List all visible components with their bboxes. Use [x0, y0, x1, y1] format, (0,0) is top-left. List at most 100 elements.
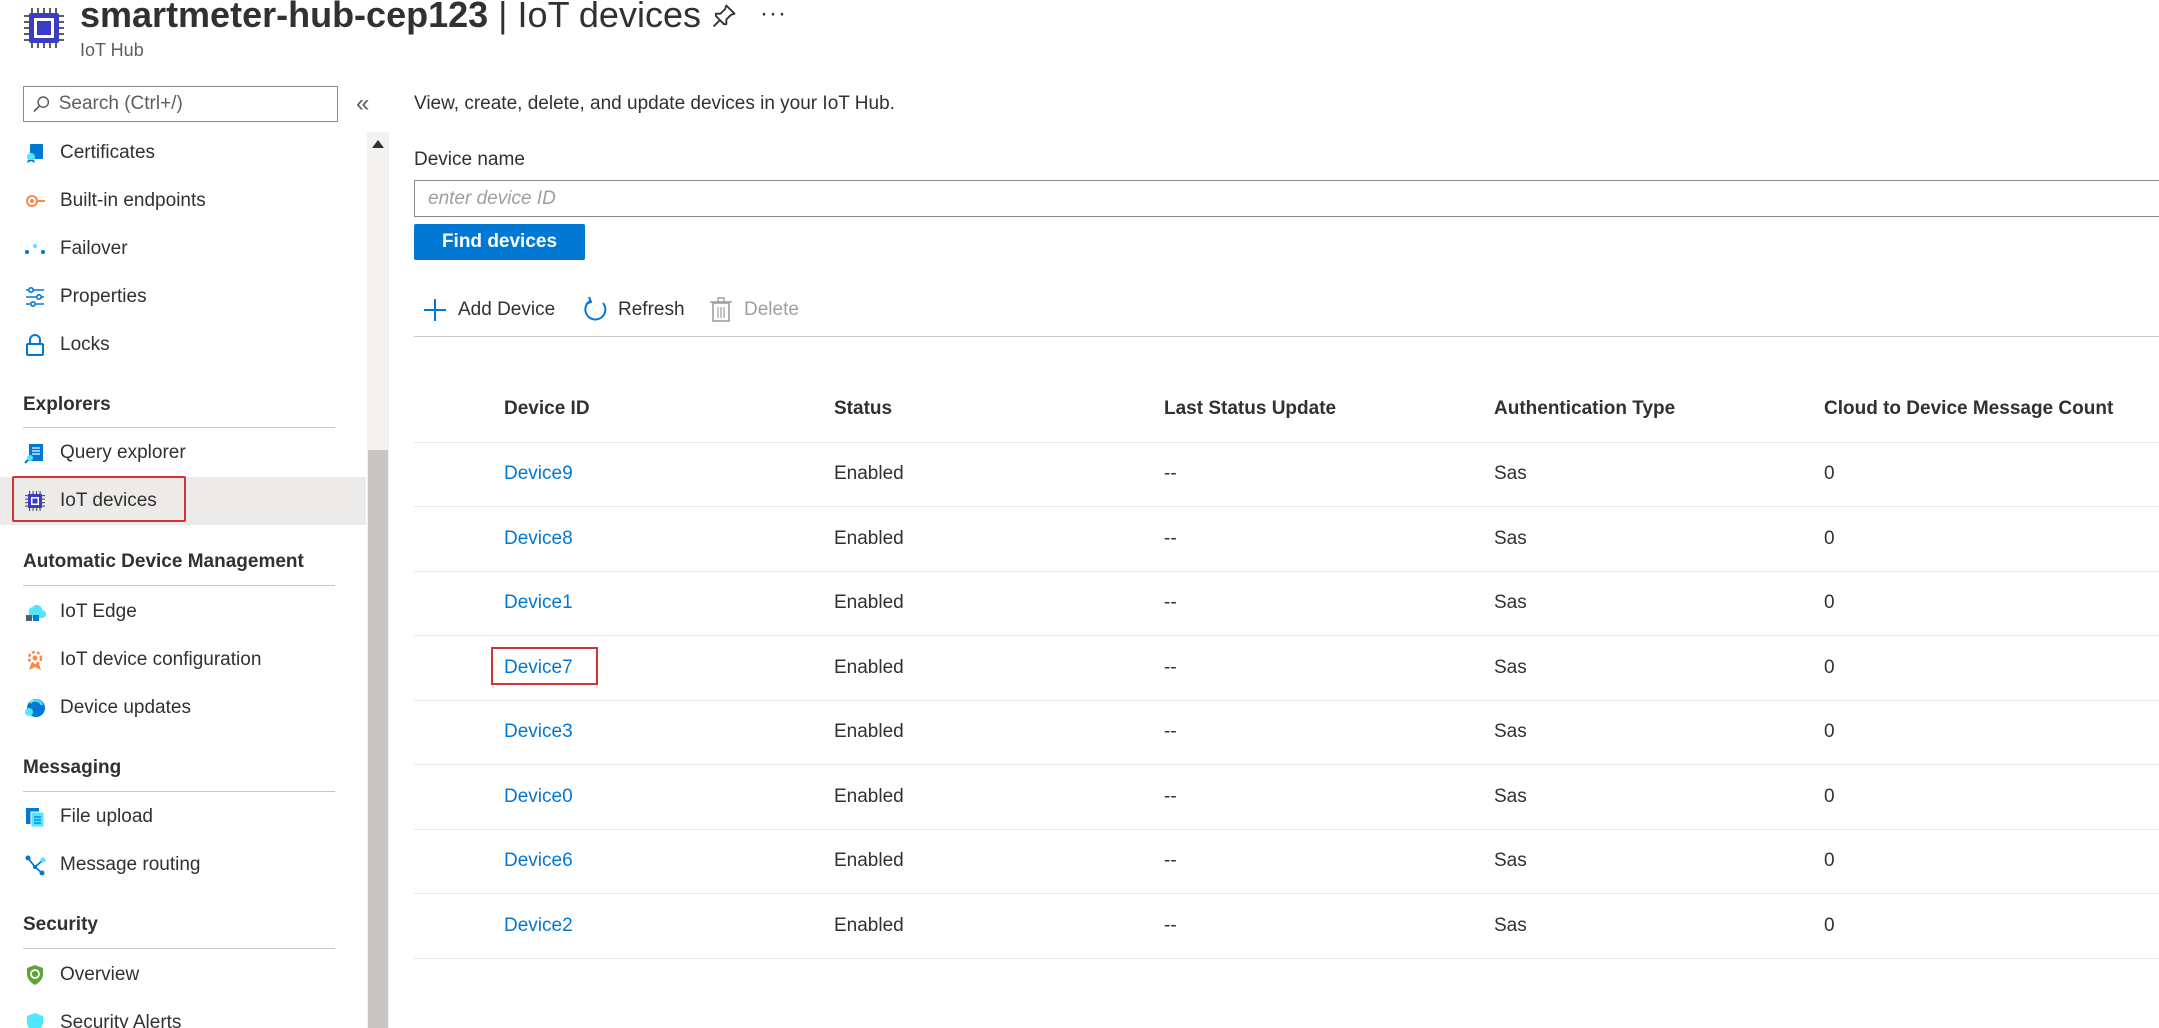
device-id-link[interactable]: Device2 — [504, 915, 573, 937]
status-cell: Enabled — [834, 656, 904, 678]
add-device-button[interactable]: Add Device — [420, 292, 555, 328]
toolbar-divider — [414, 336, 2159, 337]
auth-type-cell: Sas — [1494, 785, 1527, 807]
sidebar-item-query-explorer[interactable]: Query explorer — [0, 429, 366, 477]
table-row[interactable]: Device0 Enabled -- Sas 0 — [414, 766, 2159, 830]
collapse-sidebar-button[interactable]: « — [356, 90, 369, 118]
table-row[interactable]: Device8 Enabled -- Sas 0 — [414, 508, 2159, 572]
section-security: Security — [23, 914, 98, 935]
sidebar-item-failover[interactable]: Failover — [0, 225, 366, 273]
auth-type-cell: Sas — [1494, 914, 1527, 936]
failover-icon — [25, 244, 45, 254]
sidebar-item-iot-edge[interactable]: IoT Edge — [0, 588, 366, 636]
find-devices-button[interactable]: Find devices — [414, 224, 585, 260]
last-status-update-cell: -- — [1164, 850, 1177, 871]
iot-edge-icon — [26, 605, 46, 621]
last-status-update-cell: -- — [1164, 527, 1177, 549]
auth-type-cell: Sas — [1494, 527, 1527, 549]
column-header-c2d-message-count[interactable]: Cloud to Device Message Count — [1824, 398, 2113, 420]
security-alerts-icon — [27, 1013, 43, 1028]
status-cell: Enabled — [834, 527, 904, 549]
device-id-link[interactable]: Device6 — [504, 850, 573, 872]
c2d-count-cell: 0 — [1824, 850, 1835, 871]
title-separator: | — [498, 0, 508, 35]
c2d-count-cell: 0 — [1824, 914, 1835, 936]
delete-label: Delete — [744, 299, 799, 320]
sidebar-item-label: Certificates — [60, 142, 156, 163]
page-description: View, create, delete, and update devices… — [414, 93, 895, 114]
lock-icon — [26, 334, 44, 356]
last-status-update-cell: -- — [1164, 914, 1177, 936]
resource-name: smartmeter-hub-cep123 — [80, 0, 489, 35]
table-row[interactable]: Device2 Enabled -- Sas 0 — [414, 895, 2159, 959]
c2d-count-cell: 0 — [1824, 592, 1835, 613]
sidebar-item-security-overview[interactable]: Overview — [0, 951, 366, 999]
sidebar-item-label: IoT Edge — [60, 601, 137, 622]
sidebar-item-security-alerts[interactable]: Security Alerts — [0, 999, 366, 1028]
endpoint-icon — [26, 195, 45, 207]
device-id-link[interactable]: Device7 — [504, 657, 573, 679]
certificate-icon — [27, 144, 43, 163]
device-id-link[interactable]: Device9 — [504, 463, 573, 485]
device-updates-icon — [25, 699, 45, 717]
column-header-device-id[interactable]: Device ID — [504, 398, 590, 420]
device-id-link[interactable]: Device0 — [504, 786, 573, 808]
status-cell: Enabled — [834, 463, 904, 484]
section-divider — [23, 585, 335, 586]
column-header-authentication-type[interactable]: Authentication Type — [1494, 398, 1675, 420]
column-header-last-status-update[interactable]: Last Status Update — [1164, 398, 1336, 420]
device-id-link[interactable]: Device8 — [504, 528, 573, 550]
column-header-status[interactable]: Status — [834, 398, 892, 420]
sidebar-item-device-updates[interactable]: Device updates — [0, 684, 366, 732]
table-row[interactable]: Device9 Enabled -- Sas 0 — [414, 443, 2159, 507]
pin-icon[interactable] — [710, 2, 738, 30]
status-cell: Enabled — [834, 914, 904, 936]
search-icon — [33, 96, 50, 113]
plus-icon — [420, 295, 450, 325]
query-explorer-icon — [24, 444, 43, 464]
sidebar-search[interactable] — [23, 86, 338, 122]
sidebar-item-certificates[interactable]: Certificates — [0, 129, 366, 177]
sidebar-item-message-routing[interactable]: Message routing — [0, 841, 366, 889]
scroll-up-arrow-icon[interactable] — [372, 140, 384, 148]
file-upload-icon — [26, 808, 45, 828]
search-input[interactable] — [50, 93, 337, 115]
sidebar-item-properties[interactable]: Properties — [0, 273, 366, 321]
sidebar-item-label: Device updates — [60, 697, 191, 718]
sidebar-item-label: IoT devices — [60, 490, 157, 511]
table-row[interactable]: Device3 Enabled -- Sas 0 — [414, 701, 2159, 765]
table-row[interactable]: Device1 Enabled -- Sas 0 — [414, 572, 2159, 636]
refresh-button[interactable]: Refresh — [580, 292, 685, 328]
page-title: smartmeter-hub-cep123 | IoT devices — [80, 0, 701, 36]
more-options-button[interactable]: ··· — [760, 0, 787, 28]
sidebar-item-built-in-endpoints[interactable]: Built-in endpoints — [0, 177, 366, 225]
c2d-count-cell: 0 — [1824, 463, 1835, 484]
sidebar-item-label: Locks — [60, 334, 110, 355]
last-status-update-cell: -- — [1164, 721, 1177, 742]
shield-icon — [27, 965, 43, 985]
auth-type-cell: Sas — [1494, 721, 1527, 742]
sidebar-item-iot-device-configuration[interactable]: IoT device configuration — [0, 636, 366, 684]
properties-icon — [26, 286, 44, 308]
status-cell: Enabled — [834, 721, 904, 742]
device-name-label: Device name — [414, 149, 525, 170]
auth-type-cell: Sas — [1494, 592, 1527, 613]
device-id-input[interactable] — [414, 180, 2159, 217]
c2d-count-cell: 0 — [1824, 527, 1835, 549]
section-explorers: Explorers — [23, 394, 111, 415]
table-row[interactable]: Device6 Enabled -- Sas 0 — [414, 830, 2159, 894]
section-divider — [23, 948, 335, 949]
sidebar-item-iot-devices[interactable]: IoT devices — [0, 476, 366, 525]
sidebar-item-label: Message routing — [60, 854, 201, 875]
last-status-update-cell: -- — [1164, 785, 1177, 807]
status-cell: Enabled — [834, 850, 904, 871]
sidebar-item-label: Overview — [60, 964, 140, 985]
sidebar-item-file-upload[interactable]: File upload — [0, 793, 366, 841]
scrollbar-thumb[interactable] — [368, 450, 388, 1028]
table-row[interactable]: Device7 Enabled -- Sas 0 — [414, 637, 2159, 701]
sidebar-item-locks[interactable]: Locks — [0, 321, 366, 369]
sidebar-item-label: Security Alerts — [60, 1012, 182, 1028]
delete-button[interactable]: Delete — [706, 292, 799, 328]
device-id-link[interactable]: Device1 — [504, 592, 573, 614]
device-id-link[interactable]: Device3 — [504, 721, 573, 743]
